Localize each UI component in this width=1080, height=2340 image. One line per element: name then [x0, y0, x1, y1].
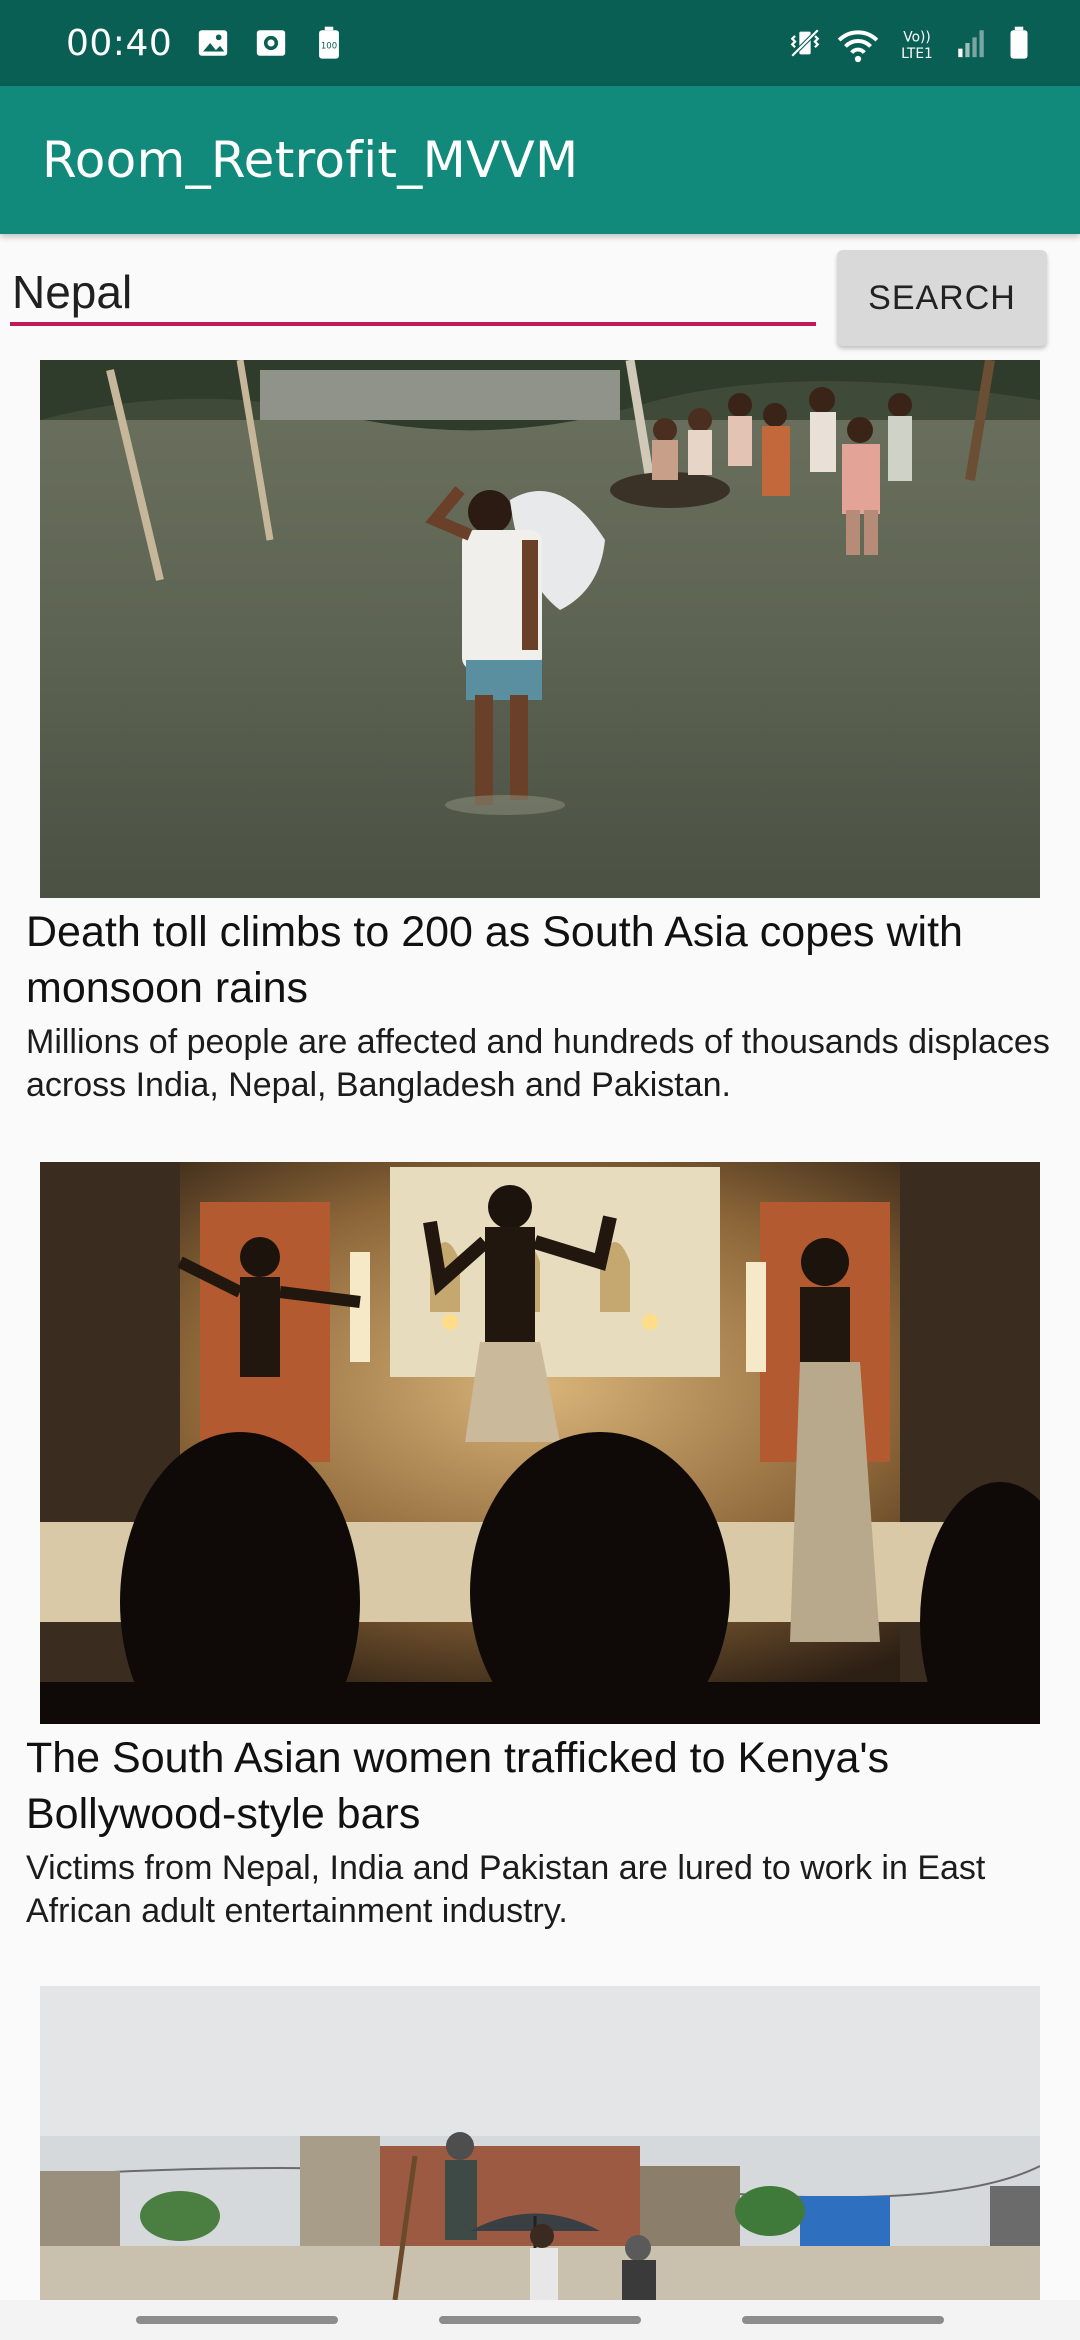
battery-saver-label: 100 [321, 42, 337, 52]
navigation-bar [0, 2300, 1080, 2340]
app-bar: Room_Retrofit_MVVM [0, 86, 1080, 234]
nav-recents-button[interactable] [136, 2316, 338, 2324]
battery-saver-100-icon: 100 [312, 26, 346, 60]
article-description: Victims from Nepal, India and Pakistan a… [26, 1849, 986, 1930]
article-image-flood [40, 360, 1040, 898]
article-image-flooded-street [40, 1986, 1040, 2300]
battery-icon [1002, 26, 1036, 60]
status-time: 00:40 [66, 22, 173, 64]
article-title: The South Asian women trafficked to Keny… [26, 1734, 890, 1838]
volte-label: Vo)) [903, 29, 931, 45]
search-row: SEARCH [0, 234, 1080, 354]
status-bar: 00:40 100 Vo)) LTE1 [0, 0, 1080, 86]
article-image-dancers [40, 1162, 1040, 1724]
wifi-icon [836, 26, 880, 63]
app-title: Room_Retrofit_MVVM [42, 131, 579, 189]
status-left: 00:40 100 [66, 23, 346, 64]
nav-back-button[interactable] [742, 2316, 944, 2324]
vibrate-icon [788, 26, 822, 60]
volte-lte-icon: Vo)) LTE1 [894, 26, 940, 62]
nav-home-button[interactable] [439, 2316, 641, 2324]
screen-record-icon [254, 26, 288, 60]
article-title: Death toll climbs to 200 as South Asia c… [26, 908, 963, 1012]
article-card[interactable] [0, 354, 1080, 898]
image-icon [196, 26, 230, 60]
lte-label: LTE1 [901, 46, 933, 62]
article-description: Millions of people are affected and hund… [26, 1023, 1050, 1104]
search-input[interactable] [10, 262, 816, 326]
search-button[interactable]: SEARCH [837, 250, 1047, 346]
signal-icon [954, 26, 988, 60]
status-right: Vo)) LTE1 [788, 26, 1036, 63]
